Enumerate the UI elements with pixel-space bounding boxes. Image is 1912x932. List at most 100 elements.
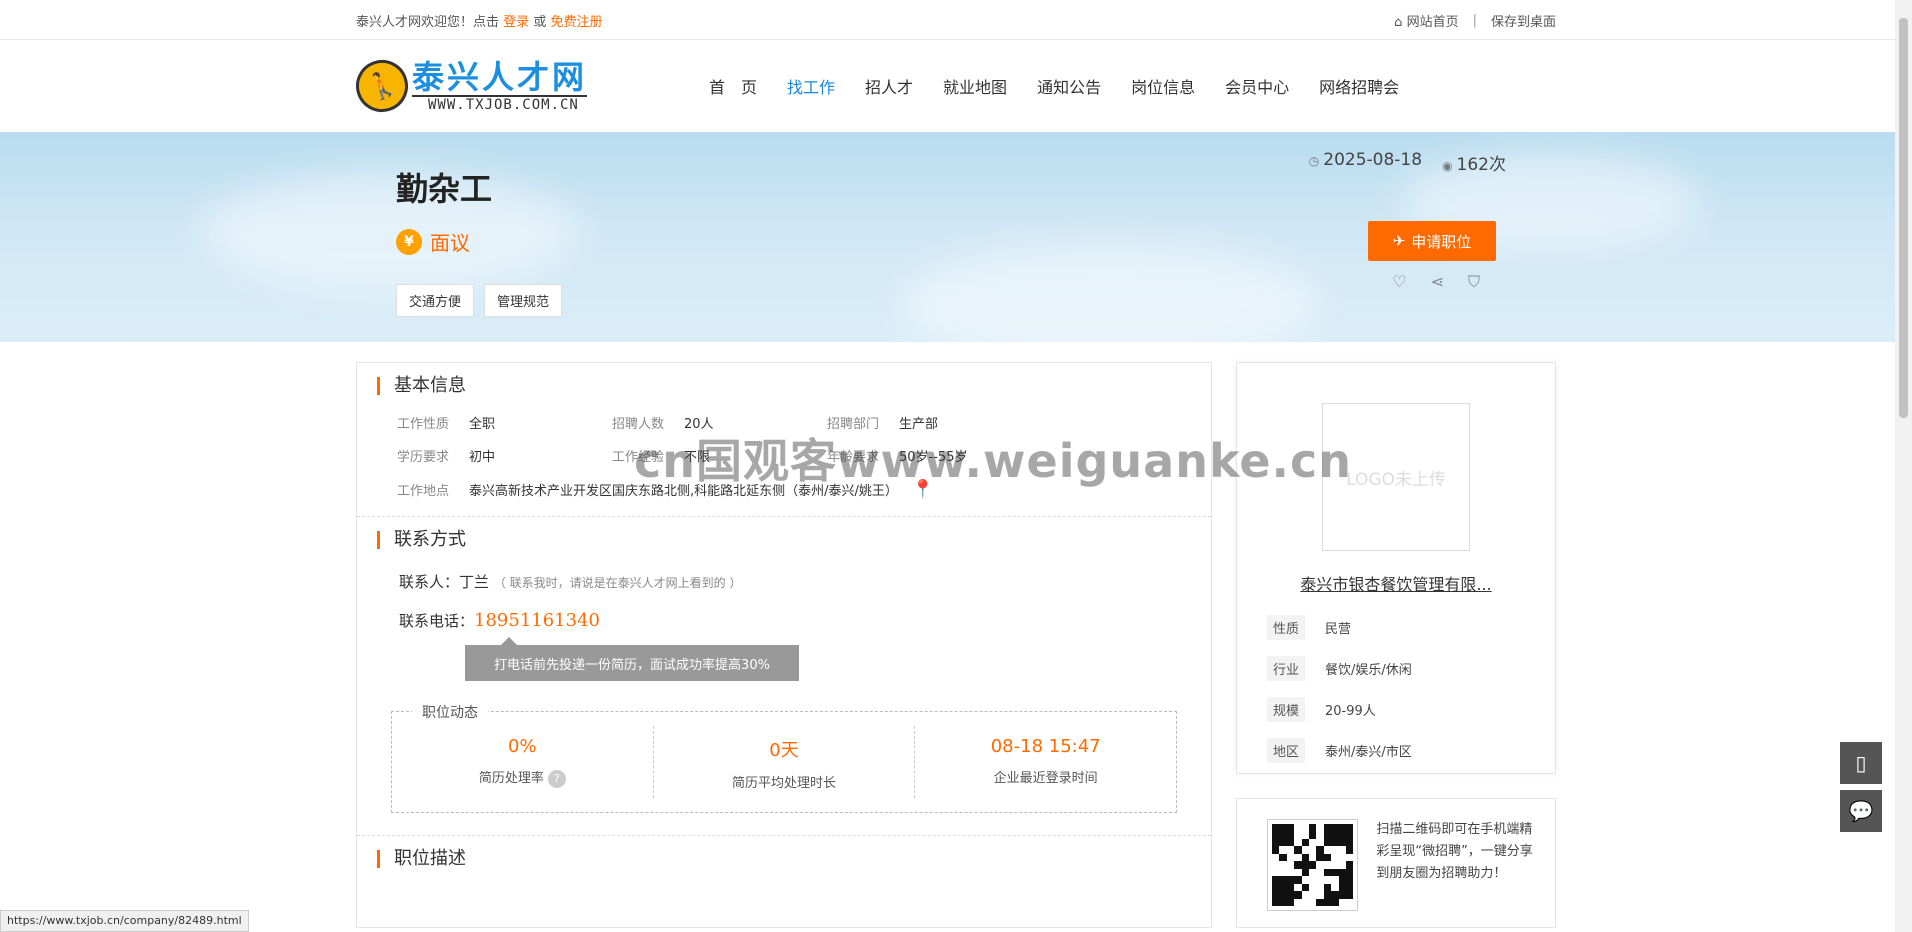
paper-plane-icon: ✈ — [1392, 232, 1406, 250]
job-tags: 交通方便 管理规范 — [396, 284, 563, 317]
info-label: 学历要求 — [397, 450, 450, 465]
or-label: 或 — [533, 14, 547, 30]
nav-job-fair[interactable]: 网络招聘会 — [1304, 74, 1414, 98]
post-date: 2025-08-18 — [1323, 150, 1423, 170]
nav-home[interactable]: 首 页 — [694, 74, 772, 98]
basic-info-section: 基本信息 工作性质 全职 招聘人数 20人 招聘部门 生产部 学历要求 初中 工作经验 不… — [357, 363, 1211, 517]
job-description-title: 职位描述 — [377, 850, 1189, 868]
home-link[interactable]: ⌂ 网站首页 — [1394, 11, 1458, 30]
company-info-key: 地区 — [1267, 738, 1306, 763]
dynamics-title: 职位动态 — [412, 702, 488, 722]
job-detail-panel: 基本信息 工作性质 全职 招聘人数 20人 招聘部门 生产部 学历要求 初中 工作经验 不… — [356, 362, 1212, 928]
contact-title: 联系方式 — [377, 531, 1189, 549]
company-name-link[interactable]: 泰兴市银杏餐饮管理有限... — [1237, 571, 1555, 595]
separator: | — [1472, 12, 1477, 28]
info-value: 生产部 — [899, 417, 939, 432]
job-banner: 勤杂工 ¥ 面议 交通方便 管理规范 ◷ 2025-08-18 ◉ 162次 ✈ 申… — [0, 132, 1912, 342]
map-pin-icon[interactable]: 📍 — [912, 479, 934, 500]
phone-tooltip: 打电话前先投递一份简历，面试成功率提高30% — [465, 637, 799, 681]
help-icon[interactable]: ? — [547, 770, 566, 788]
salary: ¥ 面议 — [396, 227, 470, 256]
eye-icon: ◉ — [1442, 159, 1453, 173]
site-header: 🚶 泰兴人才网 WWW.TXJOB.COM.CN 首 页 找工作 招人才 就业地… — [0, 40, 1912, 132]
phone-label: 联系电话： — [399, 612, 475, 630]
address-label: 工作地点 — [397, 484, 450, 499]
info-value: 初中 — [469, 450, 496, 465]
job-dynamics: 职位动态 0% 简历处理率? 0天 简历平均处理时长 08-18 15:47 企… — [391, 702, 1177, 813]
nav-positions[interactable]: 岗位信息 — [1116, 74, 1210, 98]
contact-section: 联系方式 联系人：丁兰 （ 联系我时，请说是在泰兴人才网上看到的 ） 联系电话：… — [357, 517, 1211, 836]
job-title: 勤杂工 — [396, 170, 493, 208]
dynamic-label: 简历处理率 — [478, 771, 544, 786]
apply-label: 申请职位 — [1411, 232, 1472, 251]
company-info-value: 泰州/泰兴/市区 — [1325, 745, 1412, 760]
heart-icon[interactable]: ♡ — [1392, 272, 1406, 292]
info-value: 20人 — [684, 417, 714, 432]
dynamic-item: 0% 简历处理率? — [392, 726, 654, 798]
basic-info-title: 基本信息 — [377, 377, 1189, 395]
qr-card: 扫描二维码即可在手机端精彩呈现“微招聘”，一键分享到朋友圈为招聘助力！ — [1236, 798, 1556, 928]
dynamic-item: 08-18 15:47 企业最近登录时间 — [915, 726, 1176, 798]
mobile-icon[interactable]: ▯ — [1840, 742, 1882, 784]
dynamic-label: 企业最近登录时间 — [993, 771, 1098, 786]
site-logo[interactable]: 🚶 泰兴人才网 WWW.TXJOB.COM.CN — [348, 52, 616, 120]
qr-code-icon — [1267, 819, 1359, 911]
info-value: 全职 — [469, 417, 496, 432]
company-info-key: 行业 — [1267, 656, 1306, 681]
dynamic-value: 08-18 15:47 — [990, 736, 1101, 757]
company-info-key: 规模 — [1267, 697, 1306, 722]
nav-job-map[interactable]: 就业地图 — [928, 74, 1022, 98]
phone-number[interactable]: 18951161340 — [474, 610, 600, 631]
job-tag: 管理规范 — [484, 284, 563, 317]
main-nav: 首 页 找工作 招人才 就业地图 通知公告 岗位信息 会员中心 网络招聘会 — [694, 74, 1414, 98]
date-meta: ◷ 2025-08-18 — [1309, 150, 1422, 175]
shield-icon[interactable]: ⛉ — [1468, 272, 1480, 292]
login-link[interactable]: 登录 — [503, 15, 529, 30]
nav-find-job[interactable]: 找工作 — [772, 74, 850, 98]
welcome-text: 泰兴人才网欢迎您！点击 登录 或 免费注册 — [356, 11, 602, 30]
info-value: 50岁--55岁 — [899, 450, 968, 465]
logo-walker-icon: 🚶 — [348, 52, 416, 120]
info-label: 招聘人数 — [612, 417, 665, 432]
top-bar: 泰兴人才网欢迎您！点击 登录 或 免费注册 ⌂ 网站首页 | 保存到桌面 — [0, 0, 1912, 40]
home-label: 网站首页 — [1406, 14, 1459, 30]
nav-member[interactable]: 会员中心 — [1210, 74, 1304, 98]
company-info-key: 性质 — [1267, 615, 1306, 640]
contact-hint: （ 联系我时，请说是在泰兴人才网上看到的 ） — [493, 576, 742, 590]
salary-text: 面议 — [430, 231, 470, 255]
nav-notices[interactable]: 通知公告 — [1022, 74, 1116, 98]
scrollbar-thumb[interactable] — [1899, 18, 1908, 418]
save-desktop-link[interactable]: 保存到桌面 — [1491, 11, 1556, 30]
apply-job-button[interactable]: ✈ 申请职位 — [1368, 221, 1496, 261]
contact-person: 丁兰 — [459, 573, 490, 591]
home-icon: ⌂ — [1394, 14, 1403, 30]
yen-icon: ¥ — [396, 228, 422, 255]
info-label: 工作经验 — [612, 450, 665, 465]
dynamic-value: 0天 — [769, 740, 799, 761]
chat-icon[interactable]: 💬 — [1840, 790, 1882, 832]
info-label: 年龄要求 — [827, 450, 880, 465]
logo-url: WWW.TXJOB.COM.CN — [412, 95, 588, 113]
welcome-label: 泰兴人才网欢迎您！点击 — [356, 14, 500, 30]
dynamic-item: 0天 简历平均处理时长 — [654, 726, 916, 798]
company-card: LOGO未上传 泰兴市银杏餐饮管理有限... 性质 民营 行业 餐饮/娱乐/休闲 规… — [1236, 362, 1556, 774]
vertical-scrollbar[interactable] — [1895, 0, 1912, 932]
share-icon[interactable]: ⋖ — [1431, 272, 1444, 292]
nav-recruit[interactable]: 招人才 — [850, 74, 928, 98]
job-tag: 交通方便 — [396, 284, 475, 317]
info-label: 招聘部门 — [827, 417, 880, 432]
info-value: 不限 — [684, 450, 711, 465]
qr-text: 扫描二维码即可在手机端精彩呈现“微招聘”，一键分享到朋友圈为招聘助力！ — [1376, 822, 1533, 881]
sidebar: LOGO未上传 泰兴市银杏餐饮管理有限... 性质 民营 行业 餐饮/娱乐/休闲 规… — [1236, 362, 1556, 928]
logo-title: 泰兴人才网 — [412, 58, 588, 96]
company-info-value: 民营 — [1325, 622, 1352, 637]
top-links: ⌂ 网站首页 | 保存到桌面 — [1394, 11, 1556, 30]
contact-person-row: 联系人：丁兰 （ 联系我时，请说是在泰兴人才网上看到的 ） — [379, 571, 1189, 592]
dynamic-value: 0% — [508, 736, 537, 757]
job-actions: ♡ ⋖ ⛉ — [1392, 272, 1480, 292]
job-meta: ◷ 2025-08-18 ◉ 162次 — [1309, 150, 1506, 175]
company-info: 性质 民营 行业 餐饮/娱乐/休闲 规模 20-99人 地区 泰州/泰兴/市区 — [1237, 615, 1555, 763]
address-value: 泰兴高新技术产业开发区国庆东路北侧,科能路北延东侧（泰州/泰兴/姚王） — [469, 484, 898, 499]
dynamic-label: 简历平均处理时长 — [732, 776, 837, 791]
register-link[interactable]: 免费注册 — [550, 15, 602, 30]
